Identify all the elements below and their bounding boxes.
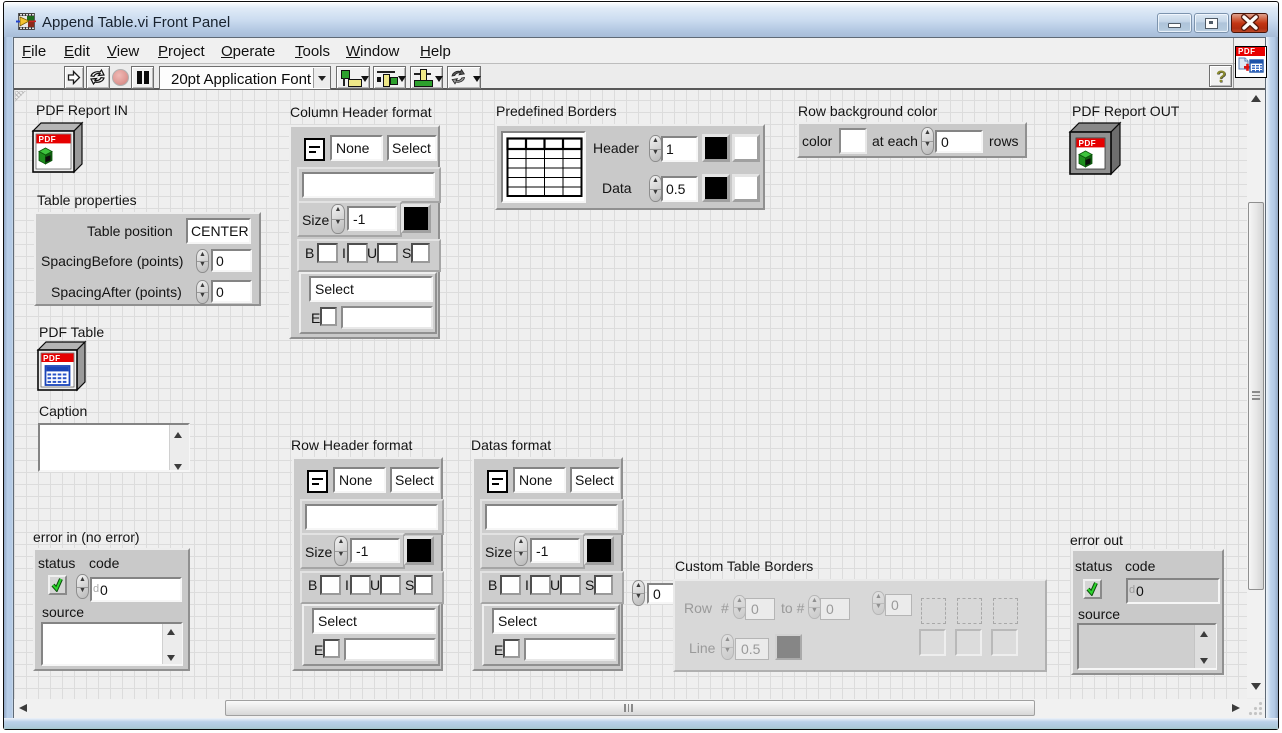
svg-text:PDF: PDF: [39, 135, 57, 144]
svg-text:PDF: PDF: [1079, 139, 1097, 148]
svg-text:PDF: PDF: [43, 354, 61, 363]
